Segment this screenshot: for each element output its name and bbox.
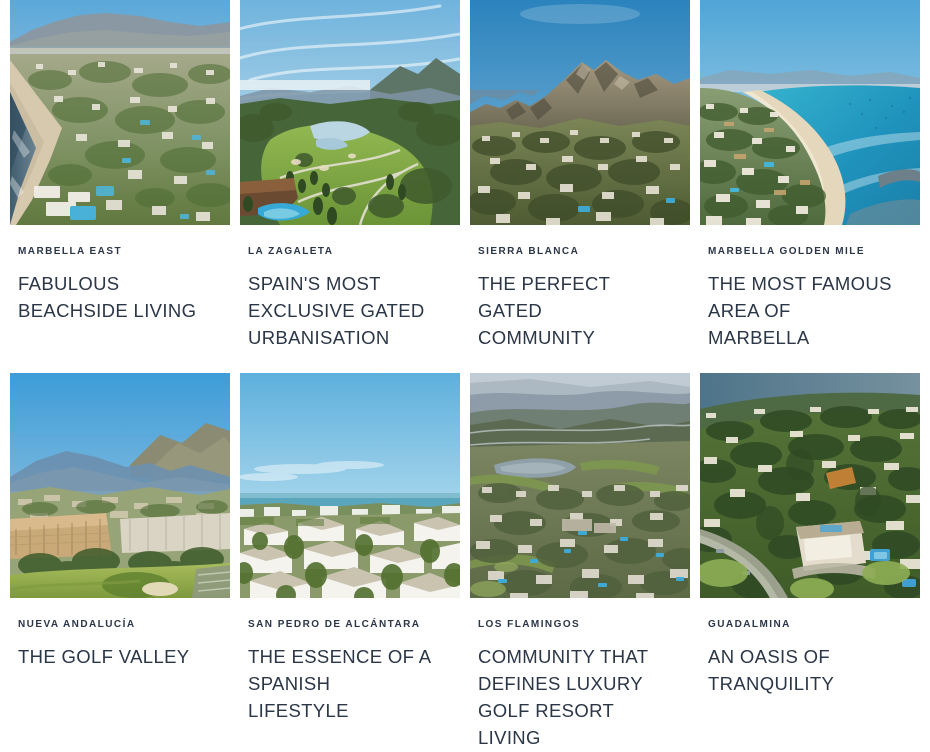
area-kicker: MARBELLA GOLDEN MILE: [708, 246, 865, 257]
area-title[interactable]: AN OASIS OF TRANQUILITY: [708, 644, 894, 698]
area-meta: SAN PEDRO DE ALCÁNTARA THE ESSENCE OF A …: [240, 598, 460, 724]
area-meta: GUADALMINA AN OASIS OF TRANQUILITY: [700, 598, 920, 698]
row-gap: [10, 351, 920, 373]
area-card-sierra-blanca[interactable]: SIERRA BLANCA THE PERFECT GATED COMMUNIT…: [470, 0, 690, 351]
area-image-marbella-east[interactable]: [10, 0, 230, 225]
area-title[interactable]: THE MOST FAMOUS AREA OF MARBELLA: [708, 271, 894, 351]
area-card-marbella-east[interactable]: MARBELLA EAST FABULOUS BEACHSIDE LIVING: [10, 0, 230, 351]
area-kicker: SAN PEDRO DE ALCÁNTARA: [248, 619, 421, 631]
area-kicker: LA ZAGALETA: [248, 246, 334, 257]
area-image-los-flamingos[interactable]: [470, 373, 690, 599]
area-kicker: NUEVA ANDALUCÍA: [18, 619, 136, 631]
area-card-guadalmina[interactable]: GUADALMINA AN OASIS OF TRANQUILITY: [700, 373, 920, 751]
area-image-nueva-andalucia[interactable]: [10, 373, 230, 599]
area-card-san-pedro-de-alcantara[interactable]: SAN PEDRO DE ALCÁNTARA THE ESSENCE OF A …: [240, 373, 460, 751]
area-card-nueva-andalucia[interactable]: NUEVA ANDALUCÍA THE GOLF VALLEY: [10, 373, 230, 751]
area-image-guadalmina[interactable]: [700, 373, 920, 599]
area-meta: MARBELLA GOLDEN MILE THE MOST FAMOUS ARE…: [700, 225, 920, 351]
areas-grid: MARBELLA EAST FABULOUS BEACHSIDE LIVING: [0, 0, 930, 752]
area-meta: LA ZAGALETA SPAIN'S MOST EXCLUSIVE GATED…: [240, 225, 460, 351]
area-meta: SIERRA BLANCA THE PERFECT GATED COMMUNIT…: [470, 225, 690, 351]
area-title[interactable]: FABULOUS BEACHSIDE LIVING: [18, 271, 204, 325]
area-title[interactable]: COMMUNITY THAT DEFINES LUXURY GOLF RESOR…: [478, 644, 664, 751]
area-image-marbella-golden-mile[interactable]: [700, 0, 920, 225]
area-title[interactable]: THE ESSENCE OF A SPANISH LIFESTYLE: [248, 644, 434, 724]
area-card-la-zagaleta[interactable]: LA ZAGALETA SPAIN'S MOST EXCLUSIVE GATED…: [240, 0, 460, 351]
area-image-sierra-blanca[interactable]: [470, 0, 690, 225]
area-card-marbella-golden-mile[interactable]: MARBELLA GOLDEN MILE THE MOST FAMOUS ARE…: [700, 0, 920, 351]
area-card-los-flamingos[interactable]: LOS FLAMINGOS COMMUNITY THAT DEFINES LUX…: [470, 373, 690, 751]
area-meta: NUEVA ANDALUCÍA THE GOLF VALLEY: [10, 598, 230, 671]
area-kicker: MARBELLA EAST: [18, 246, 123, 257]
area-title[interactable]: SPAIN'S MOST EXCLUSIVE GATED URBANISATIO…: [248, 271, 434, 351]
area-image-san-pedro-de-alcantara[interactable]: [240, 373, 460, 599]
area-kicker: GUADALMINA: [708, 619, 791, 631]
area-image-la-zagaleta[interactable]: [240, 0, 460, 225]
area-meta: MARBELLA EAST FABULOUS BEACHSIDE LIVING: [10, 225, 230, 325]
area-kicker: SIERRA BLANCA: [478, 246, 580, 257]
area-title[interactable]: THE PERFECT GATED COMMUNITY: [478, 271, 664, 351]
area-kicker: LOS FLAMINGOS: [478, 619, 581, 631]
area-title[interactable]: THE GOLF VALLEY: [18, 644, 204, 671]
